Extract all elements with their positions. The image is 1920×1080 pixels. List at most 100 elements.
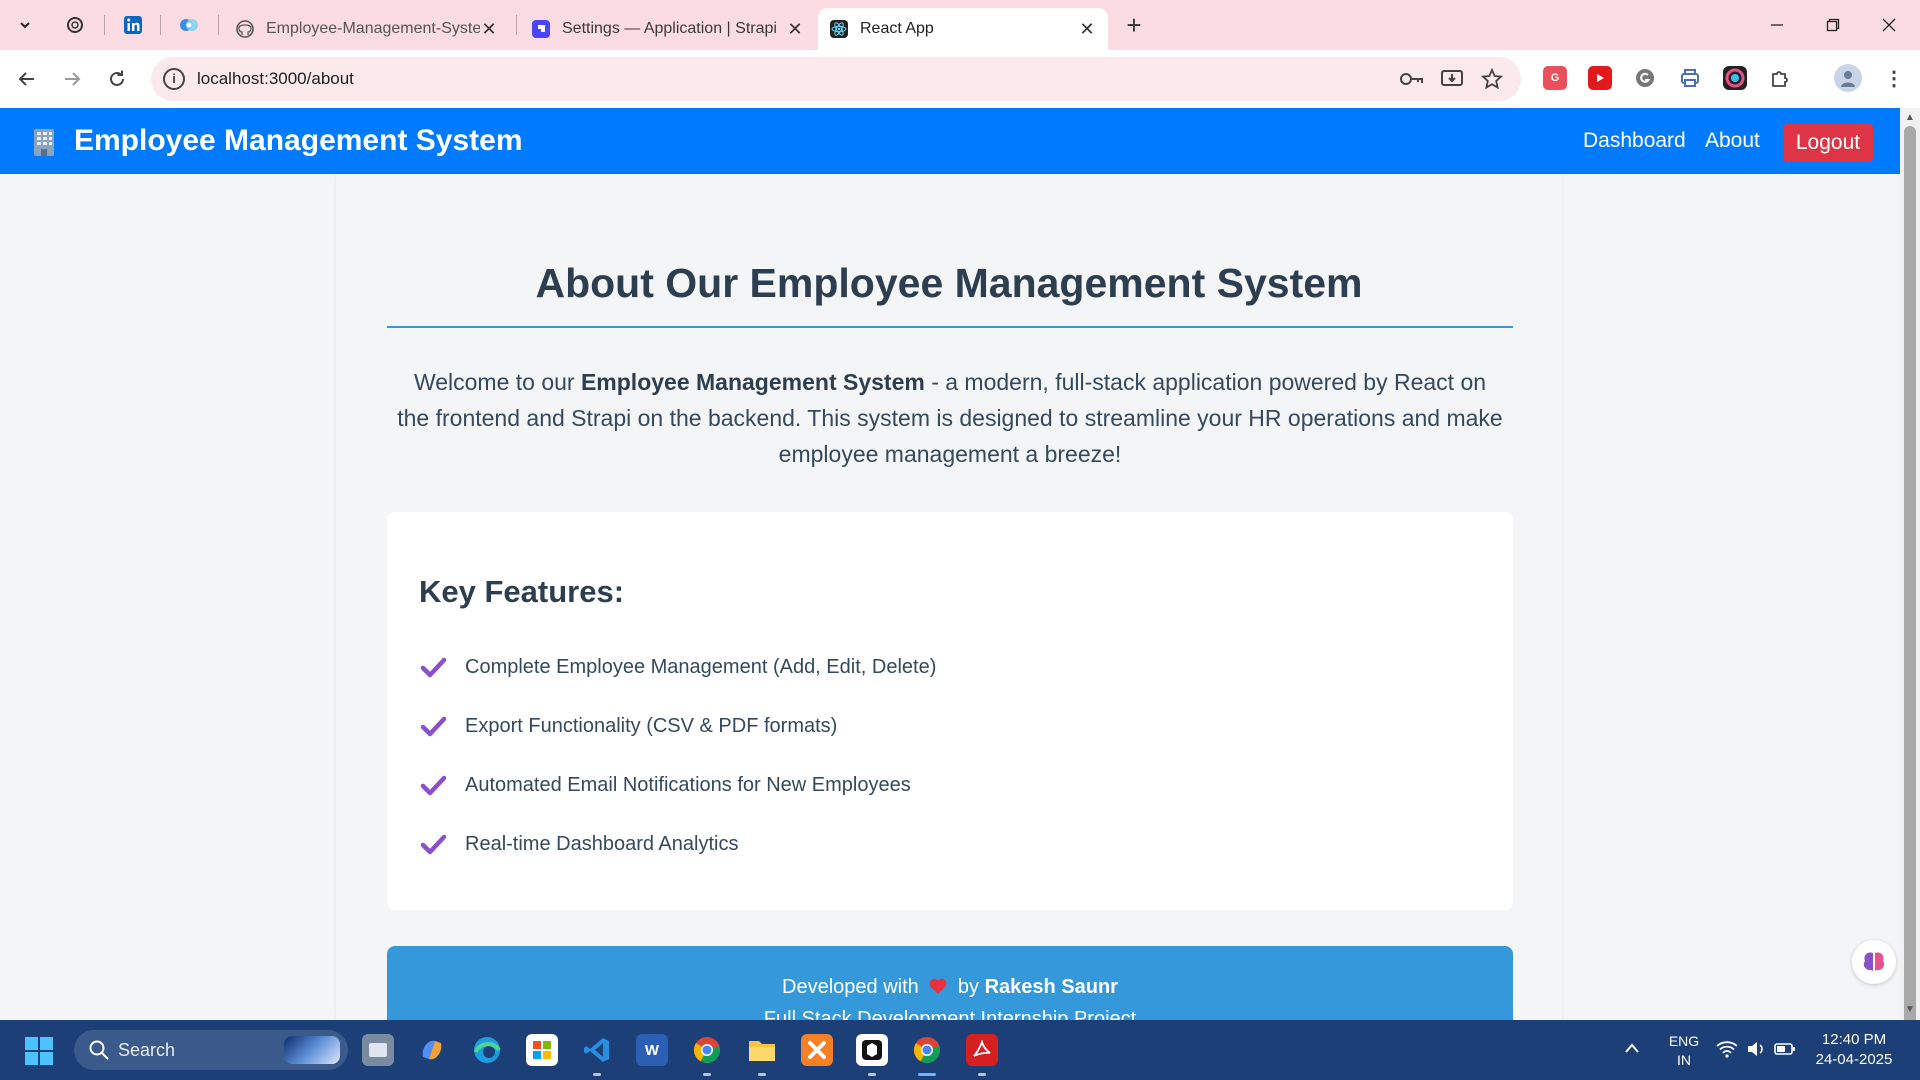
browser-toolbar: i localhost:3000/about <box>0 50 1920 108</box>
tab-separator <box>104 15 105 35</box>
chevron-down-icon <box>20 22 30 29</box>
scroll-down-arrow-icon[interactable]: ▼ <box>1905 1004 1915 1015</box>
chrome-icon[interactable] <box>691 1034 723 1066</box>
pinned-tab-linkedin[interactable] <box>118 12 148 38</box>
scroll-up-arrow-icon[interactable]: ▲ <box>1905 112 1915 123</box>
battery-icon[interactable] <box>1774 1041 1796 1057</box>
copilot-taskbar-icon[interactable] <box>416 1034 448 1066</box>
logout-button[interactable]: Logout <box>1783 124 1873 162</box>
footer-prefix: Developed with <box>782 976 919 998</box>
url-text[interactable]: localhost:3000/about <box>197 69 354 89</box>
running-indicator <box>593 1073 601 1076</box>
task-view-icon[interactable] <box>362 1034 394 1066</box>
list-item: Complete Employee Management (Add, Edit,… <box>419 652 936 682</box>
system-clock[interactable]: 12:40 PM 24-04-2025 <box>1804 1030 1904 1070</box>
brain-icon <box>1863 952 1885 971</box>
forward-button[interactable] <box>57 64 87 94</box>
close-window-button[interactable] <box>1866 10 1912 40</box>
checkmark-icon <box>420 775 447 796</box>
region-code: IN <box>1677 1052 1691 1068</box>
feature-text: Export Functionality (CSV & PDF formats) <box>465 714 838 737</box>
scrollbar-thumb[interactable] <box>1904 126 1916 1030</box>
key-features-card: Key Features: Complete Employee Manageme… <box>387 512 1513 910</box>
password-key-icon[interactable] <box>1399 66 1425 92</box>
file-explorer-icon[interactable] <box>746 1034 778 1066</box>
minimize-icon <box>1771 24 1783 26</box>
minimize-button[interactable] <box>1754 10 1800 40</box>
taskbar-search[interactable]: Search <box>74 1030 348 1070</box>
nav-link-dashboard[interactable]: Dashboard <box>1583 129 1686 153</box>
profile-avatar[interactable] <box>1834 64 1862 92</box>
list-item: Automated Email Notifications for New Em… <box>419 770 911 800</box>
close-icon[interactable]: ✕ <box>480 19 498 40</box>
footer-author: Rakesh Saunr <box>984 976 1118 998</box>
bookmark-star-icon[interactable] <box>1479 66 1505 92</box>
tab-react-app[interactable]: React App ✕ <box>818 8 1108 50</box>
browser-menu-icon[interactable]: ⋮ <box>1882 66 1906 90</box>
nav-link-about[interactable]: About <box>1705 129 1760 153</box>
extension-printer-icon[interactable] <box>1678 66 1702 90</box>
vscode-icon[interactable] <box>581 1034 613 1066</box>
chrome-profile-icon[interactable] <box>911 1034 943 1066</box>
windows-start-icon[interactable] <box>24 1036 54 1066</box>
input-language[interactable]: ENG IN <box>1664 1032 1704 1070</box>
browser-tab-strip: Employee-Management-System ✕ Settings — … <box>0 0 1920 50</box>
microsoft-store-icon[interactable] <box>526 1034 558 1066</box>
running-indicator <box>703 1073 711 1076</box>
page-scrollbar[interactable]: ▲ ▼ <box>1900 108 1920 1030</box>
github-desktop-icon[interactable] <box>856 1034 888 1066</box>
tab-search-menu-button[interactable] <box>10 11 40 39</box>
chevron-up-icon[interactable] <box>1624 1042 1640 1054</box>
page-title: About Our Employee Management System <box>535 260 1363 306</box>
office-building-icon <box>34 129 54 156</box>
restore-icon <box>1826 18 1840 32</box>
tab-github[interactable]: Employee-Management-System ✕ <box>224 8 510 50</box>
close-icon[interactable]: ✕ <box>1078 19 1096 40</box>
extension-grammarly-icon[interactable] <box>1633 66 1657 90</box>
edge-icon[interactable] <box>471 1034 503 1066</box>
search-highlight-image <box>284 1036 340 1064</box>
tab-title: React App <box>860 20 934 37</box>
pinned-tab-openai[interactable] <box>60 12 90 38</box>
site-info-icon[interactable]: i <box>163 68 185 90</box>
title-divider <box>387 326 1513 328</box>
reload-button[interactable] <box>102 64 132 94</box>
copilot-icon <box>180 19 198 31</box>
extensions-puzzle-icon[interactable] <box>1768 66 1792 90</box>
tab-separator <box>516 15 517 35</box>
windows-taskbar: Search W ENG IN 12:40 PM 24-04-2025 <box>0 1020 1920 1080</box>
running-indicator <box>758 1073 766 1076</box>
strapi-icon <box>532 20 550 38</box>
extension-youtube-icon[interactable] <box>1588 66 1612 90</box>
list-item: Export Functionality (CSV & PDF formats) <box>419 711 837 741</box>
xampp-icon[interactable] <box>801 1034 833 1066</box>
list-item: Real-time Dashboard Analytics <box>419 829 738 859</box>
new-tab-button[interactable]: + <box>1120 12 1148 40</box>
back-button[interactable] <box>12 64 42 94</box>
features-heading: Key Features: <box>419 574 625 609</box>
restore-button[interactable] <box>1810 10 1856 40</box>
acrobat-icon[interactable] <box>966 1034 998 1066</box>
checkmark-icon <box>420 657 447 678</box>
extension-color-picker-icon[interactable] <box>1723 66 1747 90</box>
extension-translate-icon[interactable]: G <box>1543 66 1567 90</box>
wifi-icon[interactable] <box>1716 1040 1738 1058</box>
github-icon <box>236 20 254 38</box>
arrow-left-icon <box>18 72 34 86</box>
word-icon[interactable]: W <box>636 1034 668 1066</box>
app-brand-title[interactable]: Employee Management System <box>74 124 523 158</box>
close-icon[interactable]: ✕ <box>786 19 804 40</box>
intro-bold-name: Employee Management System <box>580 369 925 395</box>
install-app-icon[interactable] <box>1439 66 1465 92</box>
heart-icon <box>929 978 947 994</box>
address-bar[interactable]: i localhost:3000/about <box>151 57 1521 101</box>
tab-strapi[interactable]: Settings — Application | Strapi ✕ <box>520 8 816 50</box>
search-icon <box>89 1040 109 1060</box>
footer-by: by <box>957 976 980 998</box>
pinned-tab-copilot[interactable] <box>174 12 204 38</box>
footer-credit-line: Developed with by Rakesh Saunr <box>387 976 1513 999</box>
assistant-brain-button[interactable] <box>1852 940 1896 984</box>
react-icon <box>830 20 848 38</box>
reload-icon <box>110 70 124 86</box>
volume-icon[interactable] <box>1746 1040 1766 1058</box>
